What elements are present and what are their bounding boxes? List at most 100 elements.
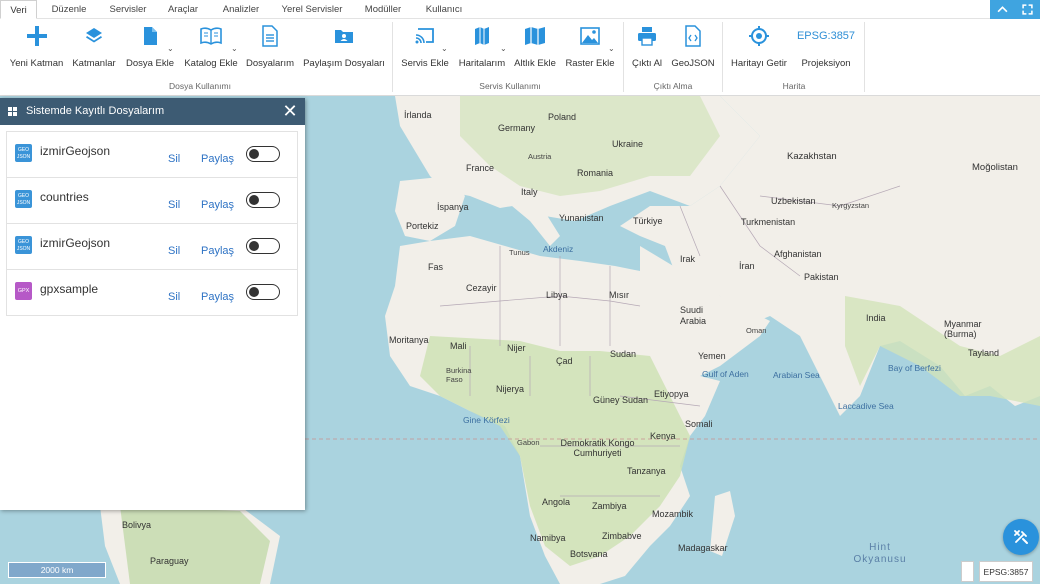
sea-label: Akdeniz xyxy=(543,244,574,254)
gpx-file-icon: GPX xyxy=(15,282,32,300)
map-label: Güney Sudan xyxy=(593,395,649,405)
map-label: Irak xyxy=(680,254,696,264)
visibility-toggle[interactable] xyxy=(246,238,280,254)
projection-button[interactable]: EPSG:3857 Projeksiyon xyxy=(794,24,858,76)
ocean-label: Hint Okyanusu xyxy=(853,542,907,565)
visibility-toggle[interactable] xyxy=(246,146,280,162)
map-label: Pakistan xyxy=(804,272,839,282)
tab-duzenle[interactable]: Düzenle xyxy=(42,0,96,19)
fullscreen-button[interactable] xyxy=(1015,0,1040,19)
share-link[interactable]: Paylaş xyxy=(201,245,234,257)
my-maps-button[interactable]: Haritalarım ⌄ xyxy=(456,24,508,76)
print-label: Çıktı Al xyxy=(631,58,663,69)
map-label: Zimbabve xyxy=(602,531,642,541)
map-label: Mısır xyxy=(609,290,629,300)
get-map-button[interactable]: Haritayı Getir xyxy=(728,24,790,76)
map-label: Portekiz xyxy=(406,221,439,231)
map-label: Zambiya xyxy=(592,501,627,511)
my-files-button[interactable]: Dosyalarım xyxy=(244,24,296,76)
sea-label: Arabian Sea xyxy=(773,370,820,380)
map-label: Çad xyxy=(556,356,573,366)
file-name: izmirGeojson xyxy=(40,144,111,158)
layers-label: Katmanlar xyxy=(72,58,116,69)
share-link[interactable]: Paylaş xyxy=(201,153,234,165)
file-icon xyxy=(138,24,162,48)
chevron-down-icon: ⌄ xyxy=(167,44,174,53)
close-icon[interactable]: ✕ xyxy=(281,98,299,125)
add-raster-button[interactable]: Raster Ekle ⌄ xyxy=(562,24,618,76)
chevron-down-icon: ⌄ xyxy=(500,44,507,53)
map-control-box[interactable] xyxy=(961,561,974,582)
add-basemap-label: Altlık Ekle xyxy=(514,58,556,69)
tools-icon xyxy=(1014,530,1028,544)
printer-icon xyxy=(635,24,659,48)
map-label: Turkmenistan xyxy=(741,217,796,227)
map-label: Ukraine xyxy=(612,139,644,149)
add-catalog-button[interactable]: Katalog Ekle ⌄ xyxy=(182,24,240,76)
new-layer-label: Yeni Katman xyxy=(9,58,64,69)
chevron-down-icon: ⌄ xyxy=(608,44,615,53)
document-icon xyxy=(258,24,282,48)
tab-servisler[interactable]: Servisler xyxy=(101,0,155,19)
tab-veri[interactable]: Veri xyxy=(0,0,37,19)
folded-map-icon xyxy=(523,24,547,48)
group-label-service-usage: Servis Kullanımı xyxy=(479,81,541,91)
map-label: Afghanistan xyxy=(774,249,822,259)
map-label: Uzbekistan xyxy=(771,196,816,206)
map-label: Nijerya xyxy=(496,384,525,394)
map-label: İspanya xyxy=(437,202,469,212)
geojson-button[interactable]: GeoJSON xyxy=(670,24,716,76)
layers-button[interactable]: Katmanlar xyxy=(70,24,118,76)
layers-icon xyxy=(82,24,106,48)
map-label: Oman xyxy=(746,326,767,335)
tab-araclar[interactable]: Araçlar xyxy=(160,0,206,19)
add-file-button[interactable]: Dosya Ekle ⌄ xyxy=(124,24,176,76)
visibility-toggle[interactable] xyxy=(246,192,280,208)
registered-files-panel: Sistemde Kayıtlı Dosyalarım ✕ GEO JSON iz… xyxy=(0,98,305,510)
expand-icon xyxy=(1022,4,1033,15)
geojson-file-icon: GEO JSON xyxy=(15,190,32,208)
geojson-file-icon: GEO JSON xyxy=(15,144,32,162)
share-link[interactable]: Paylaş xyxy=(201,199,234,211)
ribbon-separator xyxy=(392,22,393,92)
add-basemap-button[interactable]: Altlık Ekle xyxy=(512,24,558,76)
tools-fab-button[interactable] xyxy=(1003,519,1039,555)
share-link[interactable]: Paylaş xyxy=(201,291,234,303)
map-label: Yunanistan xyxy=(559,213,604,223)
map-label: Gabon xyxy=(517,438,540,447)
add-catalog-label: Katalog Ekle xyxy=(184,58,238,69)
delete-link[interactable]: Sil xyxy=(168,245,180,257)
map-label: Libya xyxy=(546,290,568,300)
add-raster-label: Raster Ekle xyxy=(565,58,615,69)
map-label: Sudan xyxy=(610,349,637,359)
tab-analizler[interactable]: Analizler xyxy=(213,0,269,19)
new-layer-button[interactable]: Yeni Katman xyxy=(8,24,65,76)
tab-yerel-servisler[interactable]: Yerel Servisler xyxy=(276,0,348,19)
my-maps-label: Haritalarım xyxy=(458,58,506,69)
shared-files-button[interactable]: Paylaşım Dosyaları xyxy=(301,24,387,76)
map-label: France xyxy=(466,163,495,173)
collapse-ribbon-button[interactable] xyxy=(990,0,1015,19)
print-button[interactable]: Çıktı Al xyxy=(628,24,666,76)
chevron-up-icon xyxy=(997,6,1008,13)
map-label: Cezayir xyxy=(466,283,497,293)
map-label: İrlanda xyxy=(404,110,432,120)
map-label: Bolivya xyxy=(122,520,152,530)
delete-link[interactable]: Sil xyxy=(168,199,180,211)
map-label: Nijer xyxy=(507,343,526,353)
my-files-label: Dosyalarım xyxy=(245,58,295,69)
tab-kullanici[interactable]: Kullanıcı xyxy=(418,0,470,19)
add-service-button[interactable]: Servis Ekle ⌄ xyxy=(398,24,452,76)
tab-moduller[interactable]: Modüller xyxy=(355,0,411,19)
panel-title: Sistemde Kayıtlı Dosyalarım xyxy=(26,105,165,117)
map-label: Kenya xyxy=(650,431,676,441)
file-name: izmirGeojson xyxy=(40,236,111,250)
map-label: Türkiye xyxy=(633,216,663,226)
visibility-toggle[interactable] xyxy=(246,284,280,300)
delete-link[interactable]: Sil xyxy=(168,291,180,303)
geojson-label: GeoJSON xyxy=(671,58,715,69)
epsg-indicator: EPSG:3857 xyxy=(979,561,1033,582)
add-service-label: Servis Ekle xyxy=(401,58,449,69)
epsg-code: EPSG:3857 xyxy=(796,30,856,42)
delete-link[interactable]: Sil xyxy=(168,153,180,165)
